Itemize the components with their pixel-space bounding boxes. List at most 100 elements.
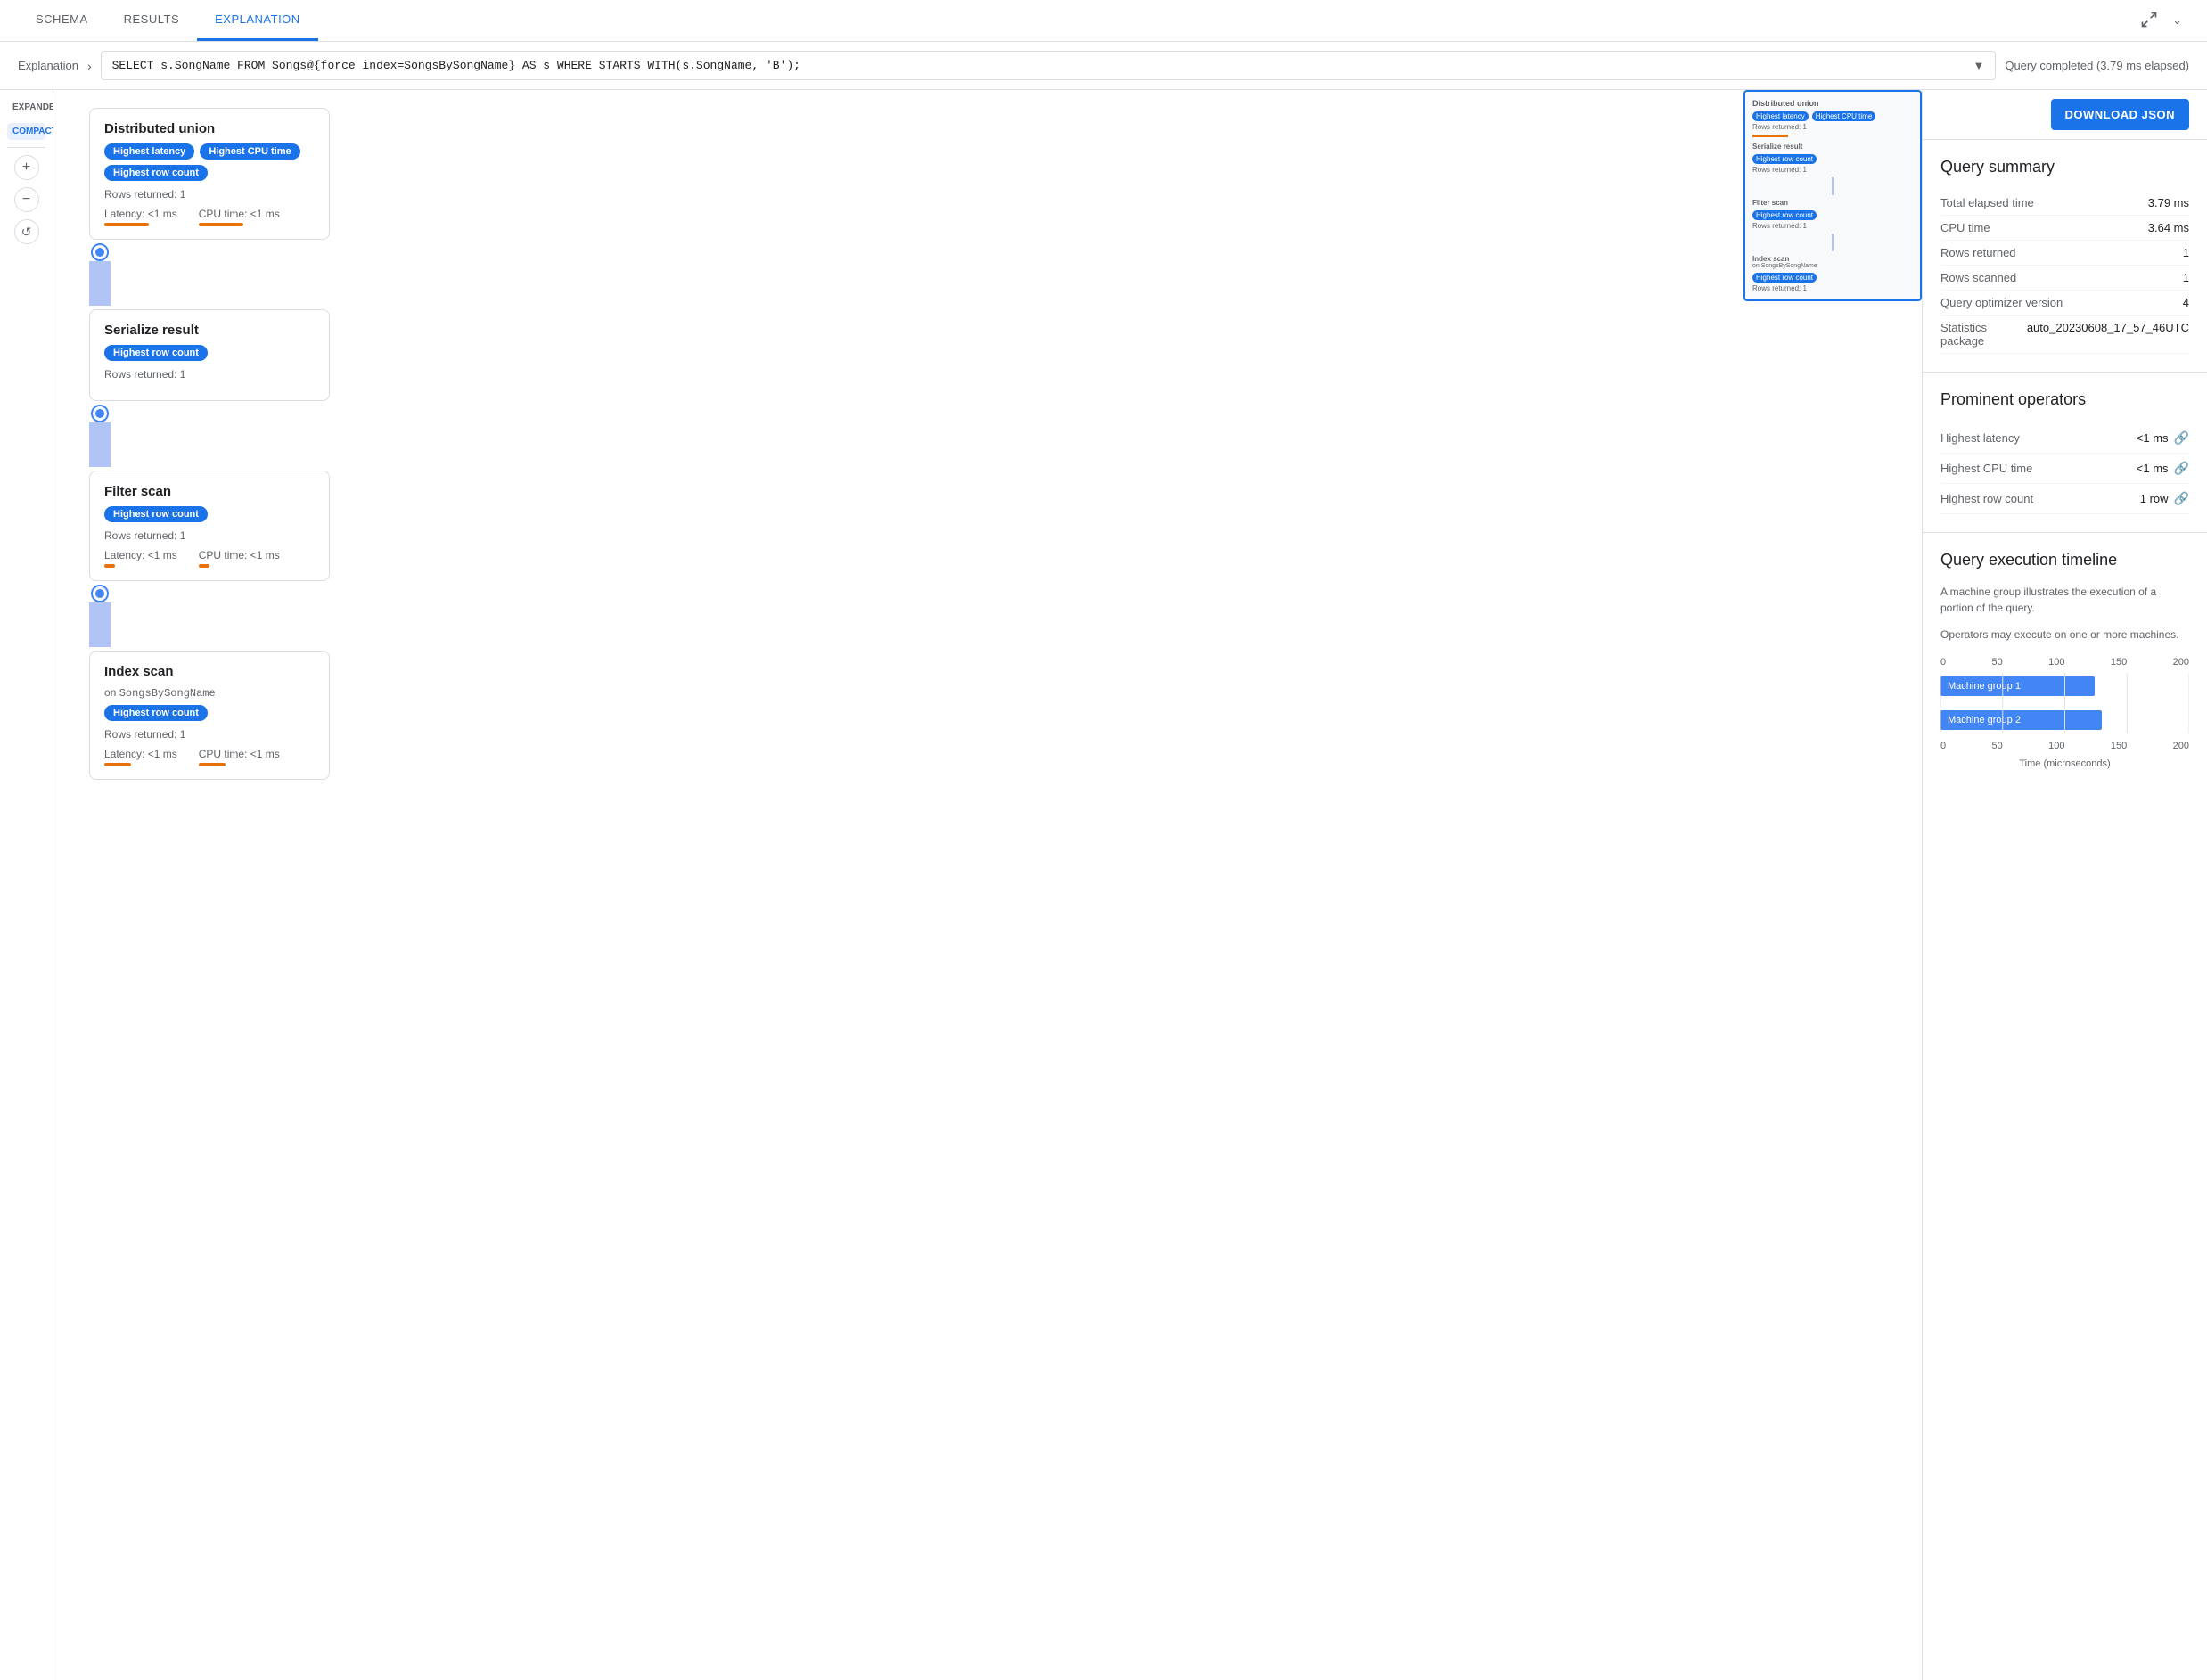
timeline-bar-row-1: Machine group 1 bbox=[1940, 673, 2189, 700]
mini-bar-1 bbox=[1752, 135, 1788, 137]
connector-line-3 bbox=[89, 602, 111, 647]
connector-1 bbox=[89, 243, 111, 306]
tab-results[interactable]: RESULTS bbox=[106, 0, 198, 41]
timeline-bar-row-2: Machine group 2 bbox=[1940, 707, 2189, 733]
op-link-rowcount[interactable]: 🔗 bbox=[2174, 491, 2189, 506]
badge-highest-row-1[interactable]: Highest row count bbox=[104, 345, 208, 361]
metrics-row-3: Latency: <1 ms CPU time: <1 ms bbox=[104, 748, 315, 766]
cpu-metric-2: CPU time: <1 ms bbox=[199, 549, 280, 568]
mini-badge-2: Highest CPU time bbox=[1812, 111, 1876, 121]
mini-preview-label: Distributed union bbox=[1752, 99, 1913, 108]
badge-row-distributed-union: Highest latency Highest CPU time Highest… bbox=[104, 143, 315, 181]
summary-label-total-elapsed: Total elapsed time bbox=[1940, 196, 2034, 209]
badge-row-index: Highest row count bbox=[104, 705, 315, 721]
main-layout: EXPANDED COMPACT + − ↺ Distributed union… bbox=[0, 90, 2207, 1680]
summary-row-rows-returned: Rows returned 1 bbox=[1940, 241, 2189, 266]
tab-explanation[interactable]: EXPLANATION bbox=[197, 0, 318, 41]
left-panel: EXPANDED COMPACT + − ↺ bbox=[0, 90, 53, 1680]
summary-row-cpu-time: CPU time 3.64 ms bbox=[1940, 216, 2189, 241]
badge-row-serialize: Highest row count bbox=[104, 345, 315, 361]
node-filter-scan: Filter scan Highest row count Rows retur… bbox=[89, 471, 330, 581]
badge-highest-latency-0[interactable]: Highest latency bbox=[104, 143, 194, 160]
connector-line-1 bbox=[89, 261, 111, 306]
timeline-desc-2: Operators may execute on one or more mac… bbox=[1940, 627, 2189, 643]
connector-dot-inner-1 bbox=[95, 248, 104, 257]
node-rows-2: Rows returned: 1 bbox=[104, 529, 315, 542]
query-summary-title: Query summary bbox=[1940, 158, 2189, 176]
connector-3 bbox=[89, 585, 111, 647]
diagram-area: Distributed union Highest latency Highes… bbox=[53, 90, 1922, 1680]
mini-badge-1: Highest latency bbox=[1752, 111, 1809, 121]
query-text: SELECT s.SongName FROM Songs@{force_inde… bbox=[112, 59, 1973, 72]
metrics-row-0: Latency: <1 ms CPU time: <1 ms bbox=[104, 208, 315, 226]
badge-row-filter: Highest row count bbox=[104, 506, 315, 522]
latency-metric-3: Latency: <1 ms bbox=[104, 748, 177, 766]
metrics-row-2: Latency: <1 ms CPU time: <1 ms bbox=[104, 549, 315, 568]
node-title-distributed-union: Distributed union bbox=[104, 121, 315, 136]
download-json-button[interactable]: DOWNLOAD JSON bbox=[2051, 99, 2190, 130]
summary-value-cpu-time: 3.64 ms bbox=[2148, 221, 2189, 234]
compact-view-btn[interactable]: COMPACT bbox=[7, 123, 45, 140]
op-link-latency[interactable]: 🔗 bbox=[2174, 430, 2189, 446]
op-link-cpu[interactable]: 🔗 bbox=[2174, 461, 2189, 476]
op-row-rowcount: Highest row count 1 row 🔗 bbox=[1940, 484, 2189, 514]
badge-highest-row-2[interactable]: Highest row count bbox=[104, 506, 208, 522]
top-tabs-bar: SCHEMA RESULTS EXPLANATION ⌄ bbox=[0, 0, 2207, 42]
summary-value-rows-returned: 1 bbox=[2183, 246, 2189, 259]
timeline-x-label: Time (microseconds) bbox=[1940, 758, 2189, 769]
connector-2 bbox=[89, 405, 111, 467]
timeline-title: Query execution timeline bbox=[1940, 551, 2189, 570]
zoom-reset-button[interactable]: ↺ bbox=[14, 219, 39, 244]
timeline-bars-area: Machine group 1 Machine group 2 bbox=[1940, 673, 2189, 733]
node-index-scan: Index scan on on SongsBySongNameSongsByS… bbox=[89, 651, 330, 780]
cpu-bar-2 bbox=[199, 564, 209, 568]
badge-highest-cpu-0[interactable]: Highest CPU time bbox=[200, 143, 299, 160]
node-rows-0: Rows returned: 1 bbox=[104, 188, 315, 201]
mini-preview-badges: Highest latency Highest CPU time bbox=[1752, 111, 1913, 121]
node-title-serialize-result: Serialize result bbox=[104, 323, 315, 338]
summary-row-statistics: Statistics package auto_20230608_17_57_4… bbox=[1940, 316, 2189, 354]
collapse-button[interactable]: ⌄ bbox=[2165, 6, 2189, 35]
op-row-latency: Highest latency <1 ms 🔗 bbox=[1940, 423, 2189, 454]
badge-highest-row-0[interactable]: Highest row count bbox=[104, 165, 208, 181]
connector-line-2 bbox=[89, 422, 111, 467]
connector-dot-inner-3 bbox=[95, 589, 104, 598]
prominent-operators-section: Prominent operators Highest latency <1 m… bbox=[1923, 373, 2207, 533]
mini-preview: Distributed union Highest latency Highes… bbox=[1743, 90, 1922, 301]
latency-bar-2 bbox=[104, 564, 115, 568]
timeline-axis-bottom: 0 50 100 150 200 bbox=[1940, 741, 2189, 751]
top-right-bar: DOWNLOAD JSON bbox=[1923, 90, 2207, 140]
timeline-bar-2: Machine group 2 bbox=[1940, 710, 2102, 730]
op-value-latency: <1 ms 🔗 bbox=[2137, 430, 2189, 446]
query-bar: Explanation › SELECT s.SongName FROM Son… bbox=[0, 42, 2207, 90]
timeline-chart: 0 50 100 150 200 bbox=[1940, 653, 2189, 769]
node-distributed-union: Distributed union Highest latency Highes… bbox=[89, 108, 330, 240]
op-row-cpu: Highest CPU time <1 ms 🔗 bbox=[1940, 454, 2189, 484]
tab-schema[interactable]: SCHEMA bbox=[18, 0, 106, 41]
cpu-bar-0 bbox=[199, 223, 243, 226]
node-rows-1: Rows returned: 1 bbox=[104, 368, 315, 381]
zoom-in-button[interactable]: + bbox=[14, 155, 39, 180]
timeline-axis-top: 0 50 100 150 200 bbox=[1940, 657, 2189, 668]
connector-dot-2 bbox=[91, 405, 109, 422]
summary-value-rows-scanned: 1 bbox=[2183, 271, 2189, 284]
node-rows-3: Rows returned: 1 bbox=[104, 728, 315, 741]
op-label-cpu: Highest CPU time bbox=[1940, 462, 2032, 475]
zoom-out-button[interactable]: − bbox=[14, 187, 39, 212]
connector-dot-inner-2 bbox=[95, 409, 104, 418]
summary-label-rows-returned: Rows returned bbox=[1940, 246, 2016, 259]
cpu-metric-0: CPU time: <1 ms bbox=[199, 208, 280, 226]
summary-label-cpu-time: CPU time bbox=[1940, 221, 1990, 234]
summary-value-optimizer: 4 bbox=[2183, 296, 2189, 309]
query-dropdown-arrow: ▼ bbox=[1973, 59, 1984, 72]
query-selector[interactable]: SELECT s.SongName FROM Songs@{force_inde… bbox=[101, 51, 1997, 80]
summary-row-total-elapsed: Total elapsed time 3.79 ms bbox=[1940, 191, 2189, 216]
query-summary-section: Query summary Total elapsed time 3.79 ms… bbox=[1923, 140, 2207, 373]
fullscreen-button[interactable] bbox=[2133, 4, 2165, 38]
summary-row-optimizer: Query optimizer version 4 bbox=[1940, 291, 2189, 316]
expanded-view-btn[interactable]: EXPANDED bbox=[7, 99, 45, 116]
connector-dot-3 bbox=[91, 585, 109, 602]
badge-highest-row-3[interactable]: Highest row count bbox=[104, 705, 208, 721]
connector-dot-1 bbox=[91, 243, 109, 261]
node-serialize-result: Serialize result Highest row count Rows … bbox=[89, 309, 330, 401]
